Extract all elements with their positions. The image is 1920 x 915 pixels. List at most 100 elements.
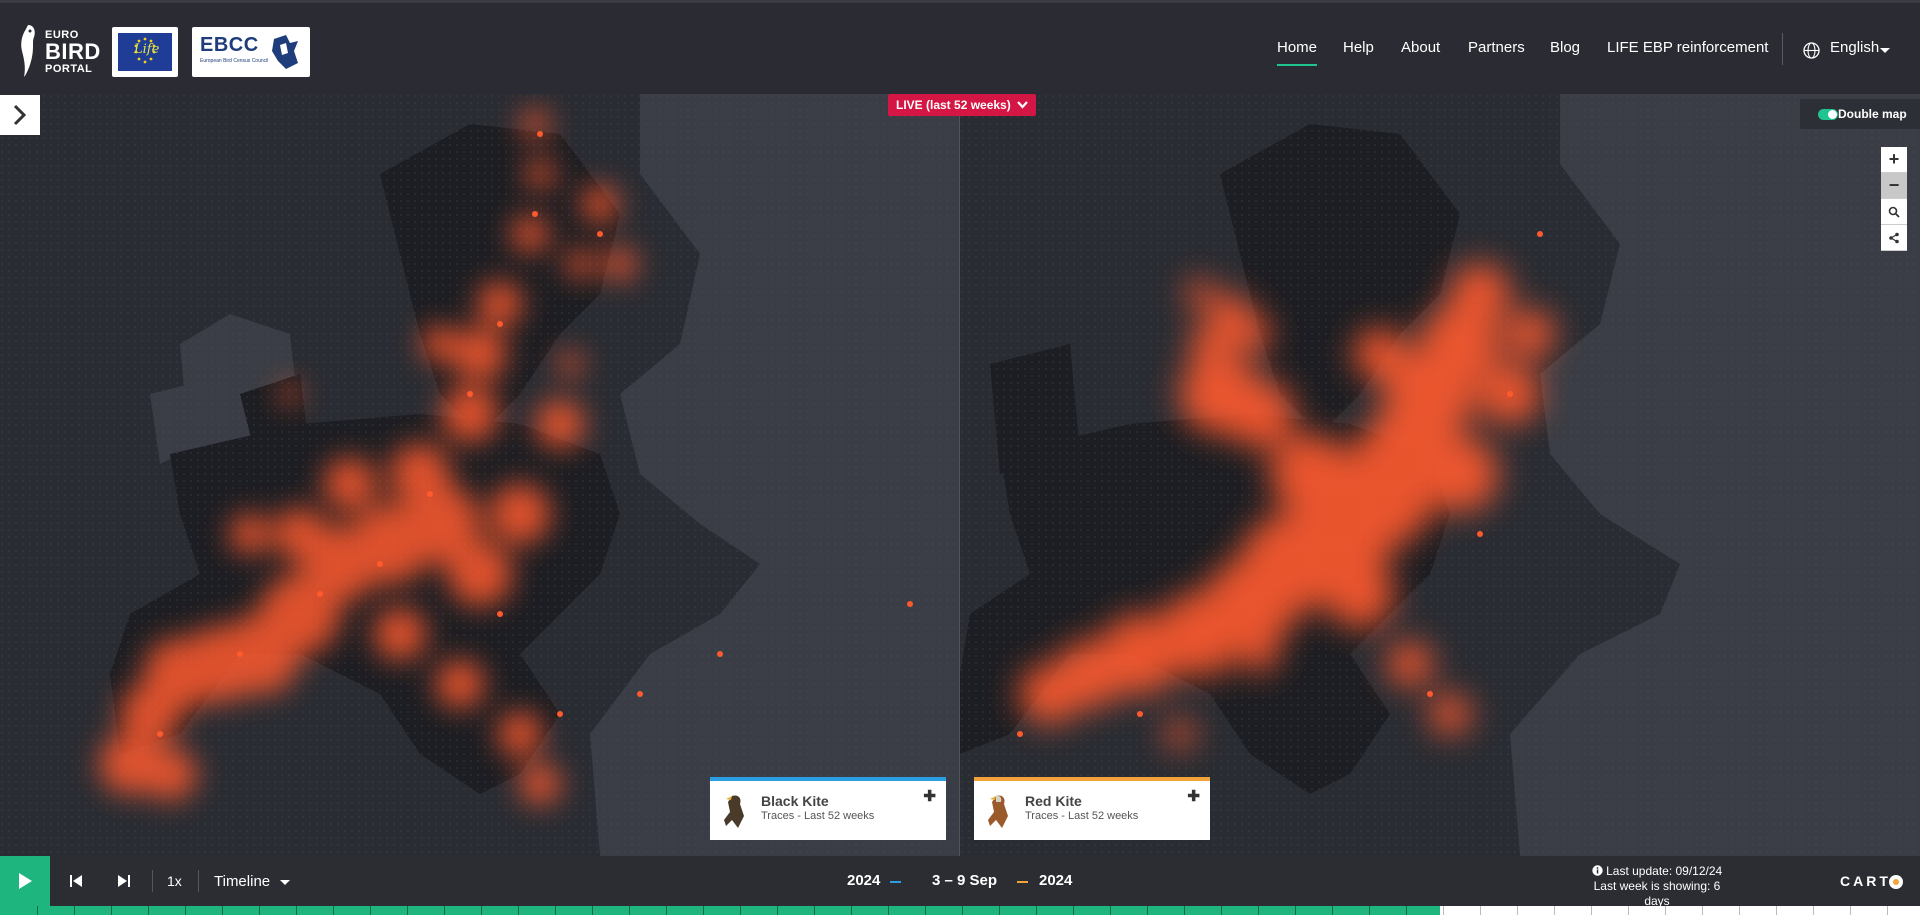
week-tick[interactable] <box>37 906 38 915</box>
species-subtitle: Traces - Last 52 weeks <box>1025 810 1139 822</box>
week-tick[interactable] <box>444 906 445 915</box>
week-timeline-strip[interactable] <box>0 906 1920 915</box>
species-card-black-kite[interactable]: Black Kite Traces - Last 52 weeks ✚ <box>710 777 946 840</box>
language-selector[interactable]: English <box>1830 39 1879 56</box>
eurobirdportal-logo[interactable]: EURO BIRD PORTAL <box>18 23 104 79</box>
carto-logo-mark <box>1889 875 1903 889</box>
nav-blog[interactable]: Blog <box>1550 39 1580 56</box>
week-tick[interactable] <box>1517 906 1518 915</box>
week-tick[interactable] <box>1258 906 1259 915</box>
black-kite-thumbnail <box>724 795 744 828</box>
left-map-year: 2024 <box>847 872 881 889</box>
week-tick[interactable] <box>1554 906 1555 915</box>
double-map-toggle[interactable]: Double map <box>1800 99 1920 129</box>
week-tick[interactable] <box>1850 906 1851 915</box>
zoom-controls: + − <box>1881 147 1907 251</box>
week-tick[interactable] <box>1036 906 1037 915</box>
week-tick[interactable] <box>1332 906 1333 915</box>
week-tick[interactable] <box>592 906 593 915</box>
live-period-dropdown[interactable]: LIVE (last 52 weeks) <box>888 94 1037 116</box>
ebcc-logo[interactable]: EBCC European Bird Census Council <box>192 27 310 77</box>
week-tick[interactable] <box>370 906 371 915</box>
map-right-red-kite[interactable] <box>960 94 1920 856</box>
chevron-down-icon <box>1017 101 1028 109</box>
separator <box>198 870 199 892</box>
species-subtitle: Traces - Last 52 weeks <box>761 810 875 822</box>
week-tick[interactable] <box>185 906 186 915</box>
week-tick[interactable] <box>111 906 112 915</box>
future-weeks <box>1440 906 1920 915</box>
species-name: Red Kite <box>1025 793 1082 809</box>
week-tick[interactable] <box>555 906 556 915</box>
zoom-out-button[interactable]: − <box>1881 173 1907 199</box>
week-tick[interactable] <box>666 906 667 915</box>
current-week-range: 3 – 9 Sep <box>932 872 998 889</box>
week-tick[interactable] <box>1406 906 1407 915</box>
life-eu-logo[interactable]: Life <box>112 27 178 77</box>
info-icon <box>1592 865 1603 876</box>
week-tick[interactable] <box>999 906 1000 915</box>
week-tick[interactable] <box>74 906 75 915</box>
week-tick[interactable] <box>777 906 778 915</box>
week-tick[interactable] <box>259 906 260 915</box>
week-tick[interactable] <box>629 906 630 915</box>
week-tick[interactable] <box>814 906 815 915</box>
week-tick[interactable] <box>481 906 482 915</box>
week-tick[interactable] <box>1776 906 1777 915</box>
change-species-button[interactable]: ✚ <box>923 787 936 805</box>
globe-icon[interactable] <box>1803 42 1820 59</box>
chevron-down-icon[interactable] <box>1880 48 1890 53</box>
double-map-label: Double map <box>1838 107 1907 121</box>
week-tick[interactable] <box>407 906 408 915</box>
week-tick[interactable] <box>296 906 297 915</box>
week-tick[interactable] <box>1591 906 1592 915</box>
week-tick[interactable] <box>222 906 223 915</box>
skip-back-icon[interactable] <box>69 873 83 889</box>
toggle-switch[interactable] <box>1818 109 1838 120</box>
nav-help[interactable]: Help <box>1343 39 1374 56</box>
week-tick[interactable] <box>1147 906 1148 915</box>
map-left-black-kite[interactable] <box>0 94 959 856</box>
nav-home[interactable]: Home <box>1277 39 1318 66</box>
week-tick[interactable] <box>1073 906 1074 915</box>
nav-life-ebp-reinforcement[interactable]: LIFE EBP reinforcement <box>1607 39 1768 56</box>
week-tick[interactable] <box>1813 906 1814 915</box>
week-tick[interactable] <box>851 906 852 915</box>
species-card-red-kite[interactable]: Red Kite Traces - Last 52 weeks ✚ <box>974 777 1210 840</box>
week-tick[interactable] <box>1628 906 1629 915</box>
week-tick[interactable] <box>1369 906 1370 915</box>
chevron-down-icon[interactable] <box>280 880 290 885</box>
timeline-dropdown[interactable]: Timeline <box>214 873 270 890</box>
nav-about[interactable]: About <box>1401 39 1440 56</box>
week-tick[interactable] <box>1184 906 1185 915</box>
week-tick[interactable] <box>1295 906 1296 915</box>
week-tick[interactable] <box>962 906 963 915</box>
logo-line-3: PORTAL <box>45 63 93 75</box>
week-tick[interactable] <box>1480 906 1481 915</box>
carto-logo[interactable]: CART <box>1840 873 1891 889</box>
week-tick[interactable] <box>740 906 741 915</box>
week-tick[interactable] <box>703 906 704 915</box>
week-tick[interactable] <box>1221 906 1222 915</box>
skip-forward-icon[interactable] <box>117 873 131 889</box>
week-tick[interactable] <box>925 906 926 915</box>
week-tick[interactable] <box>1887 906 1888 915</box>
week-tick[interactable] <box>1665 906 1666 915</box>
week-tick[interactable] <box>333 906 334 915</box>
week-tick[interactable] <box>1443 906 1444 915</box>
search-zoom-button[interactable] <box>1881 199 1907 225</box>
play-button[interactable] <box>0 856 50 906</box>
week-tick[interactable] <box>148 906 149 915</box>
week-tick[interactable] <box>1110 906 1111 915</box>
separator <box>152 870 153 892</box>
sidebar-toggle-button[interactable] <box>0 95 40 135</box>
week-tick[interactable] <box>1702 906 1703 915</box>
week-tick[interactable] <box>1739 906 1740 915</box>
share-button[interactable] <box>1881 225 1907 251</box>
week-tick[interactable] <box>888 906 889 915</box>
playback-speed[interactable]: 1x <box>167 873 182 889</box>
week-tick[interactable] <box>518 906 519 915</box>
change-species-button[interactable]: ✚ <box>1187 787 1200 805</box>
nav-partners[interactable]: Partners <box>1468 39 1525 56</box>
zoom-in-button[interactable]: + <box>1881 147 1907 173</box>
